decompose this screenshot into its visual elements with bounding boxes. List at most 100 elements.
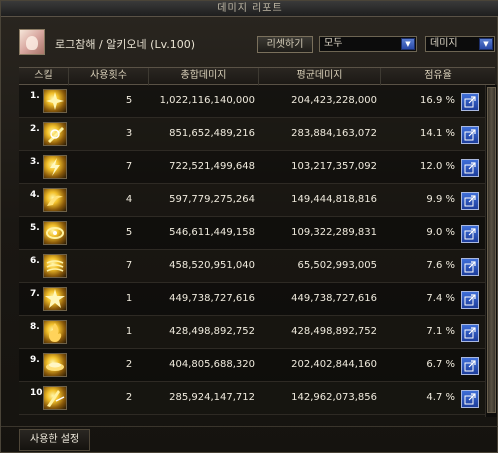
skill-icon-slash xyxy=(43,122,67,146)
row-count: 4 xyxy=(125,194,133,205)
row-rank: 6. xyxy=(30,256,40,266)
skill-damage-table: 스킬 사용횟수 총합데미지 평균데미지 점유율 1. 5 1,022,116,1… xyxy=(19,67,495,415)
row-average-damage: 202,402,844,160 xyxy=(291,359,377,370)
detail-open-icon[interactable] xyxy=(461,324,479,342)
row-share: 9.0 % xyxy=(426,227,455,238)
table-row[interactable]: 7. 1 449,738,727,616 449,738,727,616 7.4… xyxy=(19,283,495,316)
row-rank: 7. xyxy=(30,289,40,299)
row-share: 7.6 % xyxy=(426,260,455,271)
row-share: 7.1 % xyxy=(426,326,455,337)
detail-open-icon[interactable] xyxy=(461,126,479,144)
row-average-damage: 204,423,228,000 xyxy=(291,95,377,106)
scrollbar-thumb[interactable] xyxy=(487,87,496,413)
row-average-damage: 149,444,818,816 xyxy=(291,194,377,205)
row-count: 5 xyxy=(125,95,133,106)
reset-button[interactable]: 리셋하기 xyxy=(257,36,313,53)
detail-open-icon[interactable] xyxy=(461,225,479,243)
detail-open-icon[interactable] xyxy=(461,159,479,177)
detail-open-icon[interactable] xyxy=(461,390,479,408)
row-total-damage: 722,521,499,648 xyxy=(169,161,255,172)
skill-icon-disc xyxy=(43,353,67,377)
row-share: 7.4 % xyxy=(426,293,455,304)
window-title: 데미지 리포트 xyxy=(217,3,283,14)
row-count: 3 xyxy=(125,128,133,139)
skill-icon-ring xyxy=(43,221,67,245)
row-rank: 4. xyxy=(30,190,40,200)
table-header: 스킬 사용횟수 총합데미지 평균데미지 점유율 xyxy=(19,67,495,86)
mode-select[interactable]: 데미지 ▼ xyxy=(425,36,495,52)
skill-icon-burst xyxy=(43,89,67,113)
header-share[interactable]: 점유율 xyxy=(381,68,495,86)
skill-icon-flame xyxy=(43,320,67,344)
row-rank: 1. xyxy=(30,91,40,101)
scrollbar[interactable] xyxy=(485,85,497,417)
table-row[interactable]: 6. 7 458,520,951,040 65,502,993,005 7.6 … xyxy=(19,250,495,283)
row-count: 2 xyxy=(125,392,133,403)
row-rank: 9. xyxy=(30,355,40,365)
header-average[interactable]: 평균데미지 xyxy=(259,68,381,86)
character-avatar xyxy=(19,29,45,55)
footer: 사용한 설정 xyxy=(1,426,498,453)
skill-icon-wind xyxy=(43,254,67,278)
detail-open-icon[interactable] xyxy=(461,357,479,375)
row-share: 12.0 % xyxy=(420,161,455,172)
detail-open-icon[interactable] xyxy=(461,258,479,276)
row-rank: 2. xyxy=(30,124,40,134)
row-share: 6.7 % xyxy=(426,359,455,370)
row-share: 16.9 % xyxy=(420,95,455,106)
skill-icon-lightning xyxy=(43,155,67,179)
row-share: 4.7 % xyxy=(426,392,455,403)
table-row[interactable]: 9. 2 404,805,688,320 202,402,844,160 6.7… xyxy=(19,349,495,382)
row-average-damage: 142,962,073,856 xyxy=(291,392,377,403)
row-rank: 3. xyxy=(30,157,40,167)
row-total-damage: 285,924,147,712 xyxy=(169,392,255,403)
table-row[interactable]: 5. 5 546,611,449,158 109,322,289,831 9.0… xyxy=(19,217,495,250)
header-skill[interactable]: 스킬 xyxy=(19,68,69,86)
table-row[interactable]: 2. 3 851,652,489,216 283,884,163,072 14.… xyxy=(19,118,495,151)
skill-icon-strike xyxy=(43,386,67,410)
title-bar[interactable]: 데미지 리포트 xyxy=(1,1,498,17)
row-total-damage: 546,611,449,158 xyxy=(169,227,255,238)
row-total-damage: 449,738,727,616 xyxy=(169,293,255,304)
row-count: 7 xyxy=(125,161,133,172)
row-total-damage: 851,652,489,216 xyxy=(169,128,255,139)
table-row[interactable]: 1. 5 1,022,116,140,000 204,423,228,000 1… xyxy=(19,85,495,118)
filter-select-value: 모두 xyxy=(324,38,343,49)
row-total-damage: 597,779,275,264 xyxy=(169,194,255,205)
detail-open-icon[interactable] xyxy=(461,192,479,210)
row-share: 9.9 % xyxy=(426,194,455,205)
used-settings-tab[interactable]: 사용한 설정 xyxy=(19,429,91,451)
row-total-damage: 458,520,951,040 xyxy=(169,260,255,271)
header-count[interactable]: 사용횟수 xyxy=(69,68,149,86)
row-total-damage: 1,022,116,140,000 xyxy=(159,95,255,106)
row-total-damage: 404,805,688,320 xyxy=(169,359,255,370)
detail-open-icon[interactable] xyxy=(461,93,479,111)
row-count: 5 xyxy=(125,227,133,238)
row-average-damage: 109,322,289,831 xyxy=(291,227,377,238)
row-share: 14.1 % xyxy=(420,128,455,139)
chevron-down-icon[interactable]: ▼ xyxy=(479,38,493,50)
table-row[interactable]: 8. 1 428,498,892,752 428,498,892,752 7.1… xyxy=(19,316,495,349)
table-row[interactable]: 10. 2 285,924,147,712 142,962,073,856 4.… xyxy=(19,382,495,415)
row-count: 2 xyxy=(125,359,133,370)
skill-icon-star xyxy=(43,287,67,311)
row-average-damage: 283,884,163,072 xyxy=(291,128,377,139)
player-name: 로그참해 / 알키오네 (Lv.100) xyxy=(55,38,196,51)
header-total[interactable]: 총합데미지 xyxy=(149,68,259,86)
damage-report-window: 데미지 리포트 로그참해 / 알키오네 (Lv.100) 리셋하기 모두 ▼ 데… xyxy=(0,0,498,453)
mode-select-value: 데미지 xyxy=(430,38,458,49)
detail-open-icon[interactable] xyxy=(461,291,479,309)
row-average-damage: 428,498,892,752 xyxy=(291,326,377,337)
row-count: 7 xyxy=(125,260,133,271)
table-row[interactable]: 4. 4 597,779,275,264 149,444,818,816 9.9… xyxy=(19,184,495,217)
row-count: 1 xyxy=(125,326,133,337)
chevron-down-icon[interactable]: ▼ xyxy=(401,38,415,50)
row-total-damage: 428,498,892,752 xyxy=(169,326,255,337)
filter-select[interactable]: 모두 ▼ xyxy=(319,36,417,52)
table-row[interactable]: 3. 7 722,521,499,648 103,217,357,092 12.… xyxy=(19,151,495,184)
row-average-damage: 65,502,993,005 xyxy=(297,260,377,271)
row-rank: 5. xyxy=(30,223,40,233)
row-count: 1 xyxy=(125,293,133,304)
row-average-damage: 103,217,357,092 xyxy=(291,161,377,172)
row-average-damage: 449,738,727,616 xyxy=(291,293,377,304)
